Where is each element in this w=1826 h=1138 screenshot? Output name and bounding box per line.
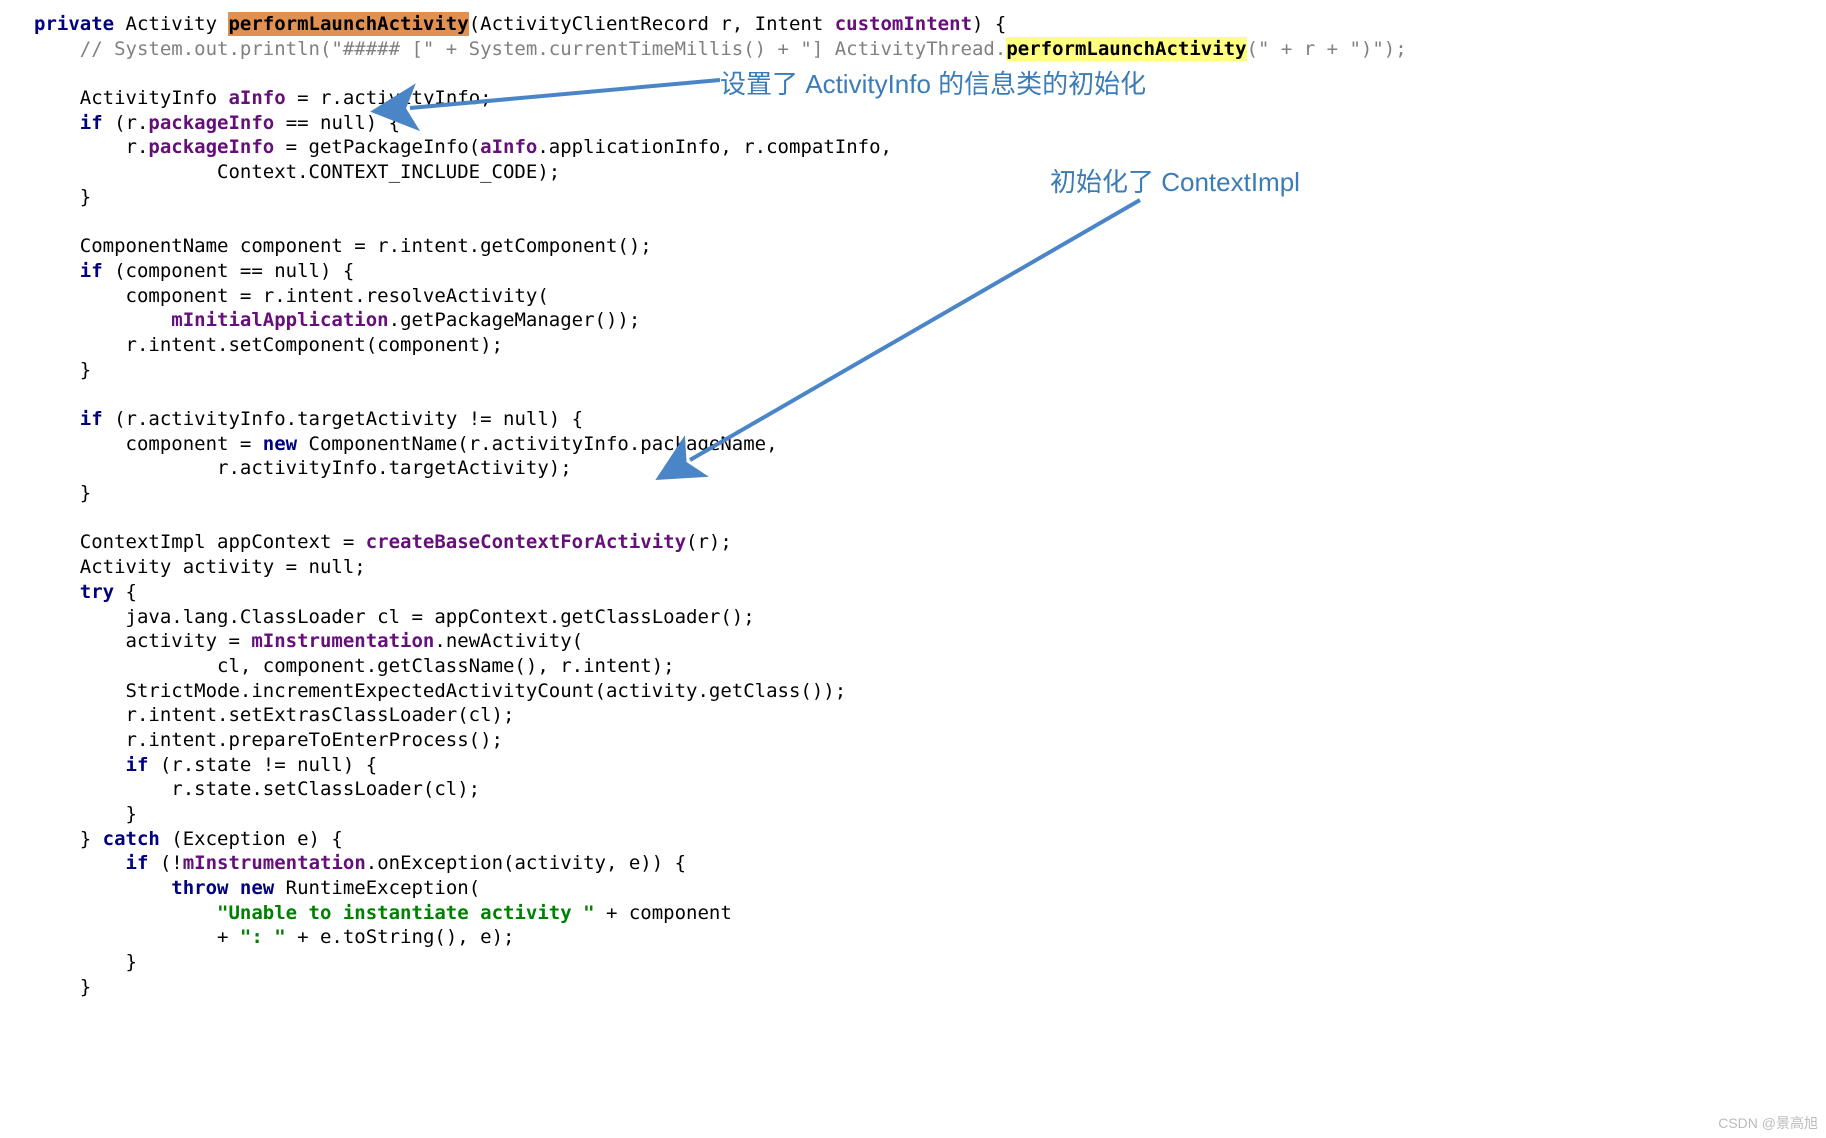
code-token: ComponentName(r.activityInfo.packageName… [297, 433, 777, 455]
watermark: CSDN @景高旭 [1718, 1114, 1818, 1132]
code-token: RuntimeException( [274, 877, 480, 899]
code-token: = getPackageInfo( [274, 136, 480, 158]
code-token: r.state.setClassLoader(cl); [34, 778, 480, 800]
code-keyword: throw new [171, 877, 274, 899]
code-token: private [34, 13, 114, 35]
code-token: (r); [686, 531, 732, 553]
code-token: (component == null) { [103, 260, 355, 282]
code-token: ActivityInfo [34, 87, 228, 109]
code-token: (! [148, 852, 182, 874]
code-token: + e.toString(), e); [286, 926, 515, 948]
code-token: r.intent.prepareToEnterProcess(); [34, 729, 503, 751]
code-token [34, 112, 80, 134]
code-token: Activity [114, 13, 228, 35]
code-token: StrictMode.incrementExpectedActivityCoun… [34, 680, 846, 702]
code-field: mInstrumentation [183, 852, 366, 874]
code-keyword: if [80, 408, 103, 430]
code-token: r.intent.setComponent(component); [34, 334, 503, 356]
code-keyword: if [126, 852, 149, 874]
code-token [34, 877, 171, 899]
code-token: } [34, 186, 91, 208]
code-field: mInitialApplication [171, 309, 388, 331]
code-token: } [34, 828, 103, 850]
code-token: (ActivityClientRecord r, Intent [469, 13, 835, 35]
code-token [34, 754, 126, 776]
code-token: } [34, 359, 91, 381]
highlighted-method-yellow: performLaunchActivity [1006, 37, 1246, 61]
code-field: aInfo [480, 136, 537, 158]
annotation-activityinfo: 设置了 ActivityInfo 的信息类的初始化 [720, 68, 1146, 102]
code-keyword: if [80, 260, 103, 282]
code-keyword: if [80, 112, 103, 134]
code-token: customIntent [835, 13, 972, 35]
code-token: = r.activityInfo; [286, 87, 492, 109]
highlighted-method-orange: performLaunchActivity [228, 12, 468, 36]
code-token: } [34, 803, 137, 825]
code-token: (r.activityInfo.targetActivity != null) … [103, 408, 583, 430]
code-keyword: if [126, 754, 149, 776]
code-token: Activity activity = null; [34, 556, 366, 578]
code-field: packageInfo [148, 112, 274, 134]
code-token [34, 581, 80, 603]
code-token: .newActivity( [434, 630, 583, 652]
code-comment: // System.out.println("##### [" + System… [34, 38, 1006, 60]
code-token [34, 902, 217, 924]
code-token: Context.CONTEXT_INCLUDE_CODE); [34, 161, 560, 183]
code-token: (r.state != null) { [148, 754, 377, 776]
code-token [34, 260, 80, 282]
code-string: "Unable to instantiate activity " [217, 902, 595, 924]
code-field: createBaseContextForActivity [366, 531, 686, 553]
code-token: } [34, 976, 91, 998]
code-block: private Activity performLaunchActivity(A… [0, 0, 1826, 1012]
code-token: component = [34, 433, 263, 455]
code-token: activity = [34, 630, 251, 652]
code-token [34, 309, 171, 331]
code-token: .getPackageManager()); [389, 309, 641, 331]
code-token: java.lang.ClassLoader cl = appContext.ge… [34, 606, 755, 628]
code-token: r.activityInfo.targetActivity); [34, 457, 572, 479]
code-keyword: new [263, 433, 297, 455]
code-token [34, 408, 80, 430]
code-token: + component [595, 902, 732, 924]
code-token [34, 852, 126, 874]
code-field: packageInfo [148, 136, 274, 158]
code-token: ) { [972, 13, 1006, 35]
code-token: ContextImpl appContext = [34, 531, 366, 553]
code-token: } [34, 951, 137, 973]
code-token: cl, component.getClassName(), r.intent); [34, 655, 675, 677]
code-token: component = r.intent.resolveActivity( [34, 285, 549, 307]
code-field: aInfo [228, 87, 285, 109]
code-token: ComponentName component = r.intent.getCo… [34, 235, 652, 257]
code-token: r. [34, 136, 148, 158]
code-keyword: catch [103, 828, 160, 850]
code-token: .applicationInfo, r.compatInfo, [537, 136, 892, 158]
code-keyword: try [80, 581, 114, 603]
code-token: .onException(activity, e)) { [366, 852, 686, 874]
code-token: } [34, 482, 91, 504]
code-token: == null) { [274, 112, 400, 134]
code-token: (Exception e) { [160, 828, 343, 850]
code-field: mInstrumentation [251, 630, 434, 652]
code-token: r.intent.setExtrasClassLoader(cl); [34, 704, 514, 726]
code-comment: (" + r + ")"); [1247, 38, 1407, 60]
code-token: + [34, 926, 240, 948]
annotation-contextimpl: 初始化了 ContextImpl [1050, 166, 1300, 200]
code-token: (r. [103, 112, 149, 134]
code-token: { [114, 581, 137, 603]
code-string: ": " [240, 926, 286, 948]
